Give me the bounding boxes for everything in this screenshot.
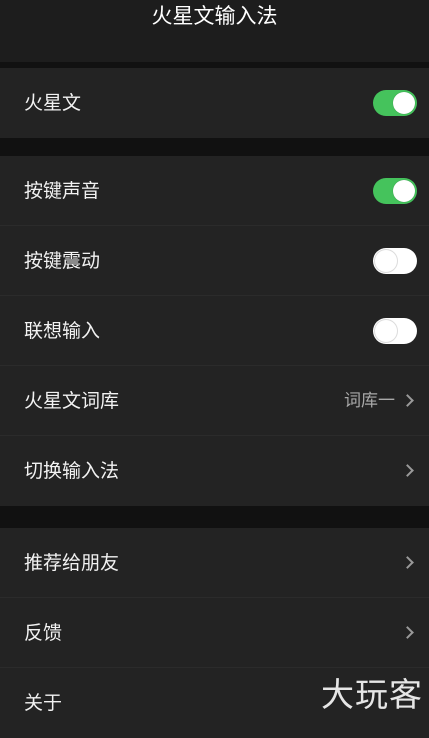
chevron-right-icon: [401, 464, 414, 477]
toggle-knob: [375, 320, 397, 342]
settings-group-input: 按键声音 按键震动 联想输入 火星文词库 词库一 切换输入法: [0, 156, 429, 506]
setting-label: 按键震动: [24, 250, 101, 272]
huoxingwen-toggle[interactable]: [373, 90, 417, 116]
setting-label: 反馈: [24, 622, 63, 644]
chevron-right-icon: [401, 626, 414, 639]
setting-label: 推荐给朋友: [24, 552, 120, 574]
setting-row-switch-ime[interactable]: 切换输入法: [0, 436, 429, 506]
setting-row-recommend[interactable]: 推荐给朋友: [0, 528, 429, 598]
settings-group-main: 火星文: [0, 68, 429, 138]
toggle-knob: [393, 92, 415, 114]
page-title: 火星文输入法: [151, 4, 278, 28]
setting-label: 火星文词库: [24, 390, 120, 412]
setting-label: 火星文: [24, 92, 82, 114]
toggle-knob: [375, 250, 397, 272]
header-bar: 火星文输入法: [0, 0, 429, 62]
chevron-right-icon: [401, 394, 414, 407]
chevron-right-icon: [401, 556, 414, 569]
setting-row-huoxingwen: 火星文: [0, 68, 429, 138]
watermark-logo: 大玩客: [321, 675, 423, 714]
setting-row-dictionary[interactable]: 火星文词库 词库一: [0, 366, 429, 436]
setting-label: 关于: [24, 692, 63, 714]
setting-label: 按键声音: [24, 180, 101, 202]
setting-row-key-sound: 按键声音: [0, 156, 429, 226]
toggle-knob: [393, 180, 415, 202]
setting-row-key-vibration: 按键震动: [0, 226, 429, 296]
setting-label: 切换输入法: [24, 460, 120, 482]
key-vibration-toggle[interactable]: [373, 248, 417, 274]
setting-row-prediction: 联想输入: [0, 296, 429, 366]
setting-label: 联想输入: [24, 320, 101, 342]
key-sound-toggle[interactable]: [373, 178, 417, 204]
setting-row-feedback[interactable]: 反馈: [0, 598, 429, 668]
dictionary-value: 词库一: [344, 391, 395, 411]
prediction-toggle[interactable]: [373, 318, 417, 344]
